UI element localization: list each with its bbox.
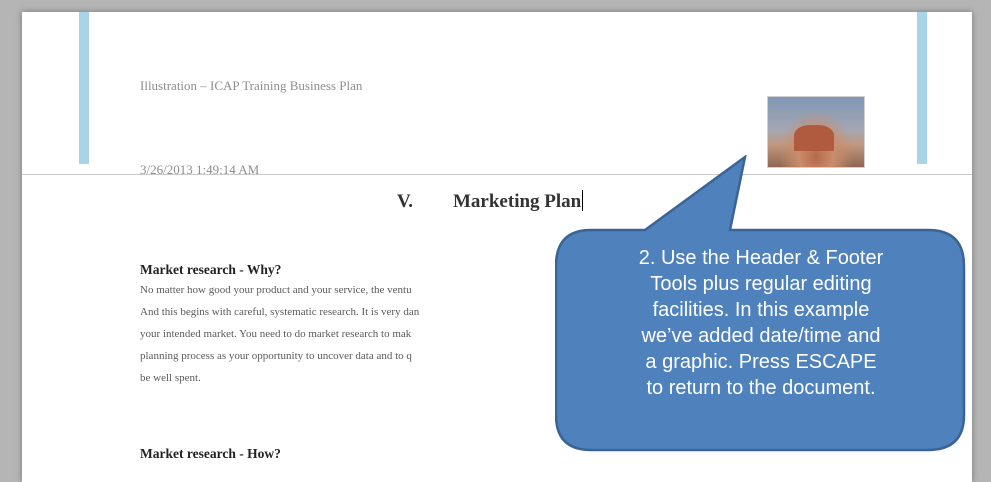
callout-line: we’ve added date/time and	[641, 325, 881, 347]
body-line: No matter how good your product and your…	[140, 284, 412, 296]
callout-line: 2. Use the Header & Footer	[638, 247, 884, 269]
body-line: And this begins with careful, systematic…	[140, 306, 420, 318]
callout-line: to return to the document.	[646, 377, 876, 399]
callout-text: 2. Use the Header & Footer Tools plus re…	[565, 245, 957, 401]
callout-line: Tools plus regular editing	[650, 273, 872, 295]
callout-line: a graphic. Press ESCAPE	[645, 351, 877, 373]
body-line: your intended market. You need to do mar…	[140, 328, 412, 340]
callout-line: facilities. In this example	[652, 299, 870, 321]
header-title-text[interactable]: Illustration – ICAP Training Business Pl…	[140, 78, 362, 94]
left-accent-bar	[79, 12, 89, 164]
subheading-market-research-how[interactable]: Market research - How?	[140, 446, 281, 462]
rock-formation-shape	[794, 125, 834, 151]
right-accent-bar	[917, 12, 927, 164]
instruction-callout: 2. Use the Header & Footer Tools plus re…	[555, 155, 985, 466]
body-line: be well spent.	[140, 372, 201, 384]
body-line: planning process as your opportunity to …	[140, 350, 412, 362]
subheading-market-research-why[interactable]: Market research - Why?	[140, 262, 281, 278]
section-number: V.	[397, 191, 414, 212]
header-date-field[interactable]: 3/26/2013 1:49:14 AM	[140, 162, 259, 178]
body-paragraph[interactable]: No matter how good your product and your…	[140, 283, 610, 393]
